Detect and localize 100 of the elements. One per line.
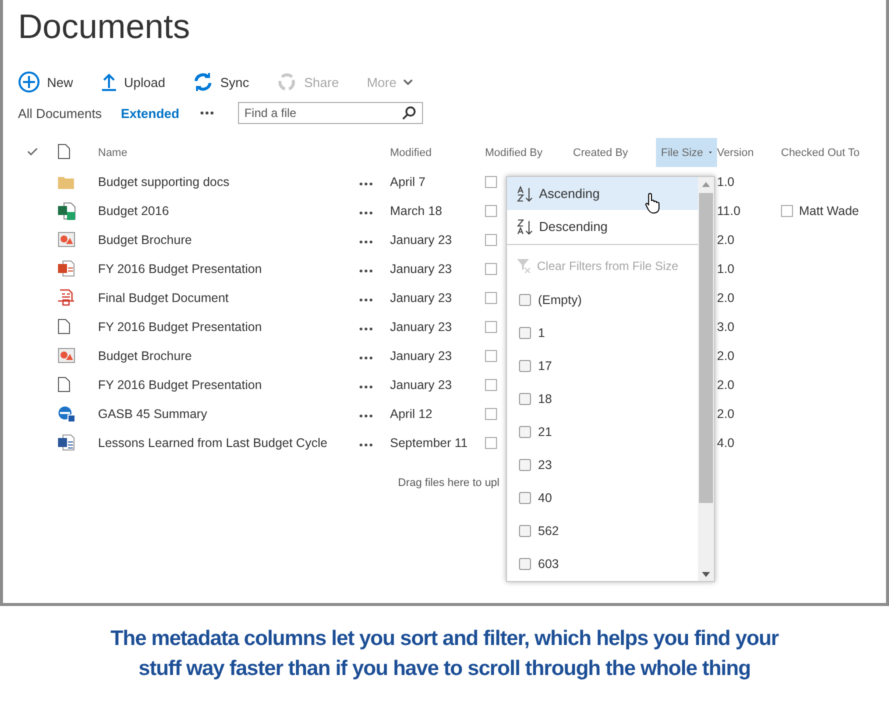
file-name[interactable]: Final Budget Document — [98, 290, 359, 304]
file-name[interactable]: Lessons Learned from Last Budget Cycle — [98, 436, 359, 450]
checkbox[interactable] — [519, 326, 531, 338]
search-icon — [402, 106, 416, 120]
checkbox[interactable] — [519, 392, 531, 404]
filter-value: 21 — [538, 424, 552, 438]
column-header[interactable]: Modified — [390, 138, 485, 167]
table-cell-text: 1.0 — [717, 262, 736, 276]
file-icon — [58, 377, 70, 392]
presentation-icon — [58, 260, 75, 277]
file-name[interactable]: Budget 2016 — [98, 204, 359, 218]
file-name[interactable]: GASB 45 Summary — [98, 406, 359, 420]
ellipsis-icon[interactable] — [359, 268, 373, 272]
table-cell-text: 2.0 — [717, 406, 736, 420]
file-name[interactable]: Budget Brochure — [98, 232, 359, 246]
checkbox[interactable] — [519, 294, 531, 306]
table-cell-text: September 11 — [390, 436, 469, 450]
filter-value: 603 — [538, 556, 559, 570]
filter-option[interactable]: 17 — [507, 349, 552, 382]
checkbox[interactable] — [485, 176, 497, 188]
sort-option[interactable]: Ascending — [507, 177, 698, 210]
upload-icon — [101, 73, 118, 91]
table-cell-text: January 23 — [390, 232, 453, 246]
sort-ascending-icon — [517, 186, 533, 202]
file-name[interactable]: FY 2016 Budget Presentation — [98, 262, 359, 276]
checkbox[interactable] — [485, 350, 497, 362]
image-file-icon — [58, 232, 75, 247]
ellipsis-icon[interactable] — [359, 356, 373, 360]
view-link[interactable]: All Documents — [18, 106, 102, 120]
checkbox[interactable] — [485, 234, 497, 246]
table-cell-text: 3.0 — [717, 320, 736, 334]
share-icon — [277, 72, 298, 92]
filter-value: 1 — [538, 326, 545, 340]
checkbox[interactable] — [485, 204, 497, 216]
ellipsis-icon[interactable] — [359, 326, 373, 330]
scroll-up-icon[interactable] — [702, 182, 710, 187]
filter-option[interactable]: 562 — [507, 514, 559, 547]
ellipsis-icon[interactable] — [200, 111, 214, 115]
checkbox[interactable] — [519, 426, 531, 438]
filter-option[interactable]: 23 — [507, 448, 552, 481]
table-cell-text: 11.0 — [717, 204, 742, 218]
checkbox[interactable] — [519, 524, 531, 536]
checkmark-icon[interactable] — [27, 146, 38, 156]
ellipsis-icon[interactable] — [359, 384, 373, 388]
folder-icon — [58, 174, 74, 188]
clear-filter-icon — [517, 258, 531, 272]
column-header[interactable]: Modified By — [485, 138, 573, 167]
filter-option[interactable]: 18 — [507, 382, 552, 415]
scroll-down-icon[interactable] — [702, 572, 710, 577]
table-cell-text: April 7 — [390, 174, 426, 188]
table-cell-text: 1.0 — [717, 174, 736, 188]
drop-hint: Drag files here to upl — [398, 477, 500, 489]
checkbox[interactable] — [781, 204, 793, 216]
column-header[interactable]: File Size — [656, 138, 717, 167]
ellipsis-icon[interactable] — [359, 442, 373, 446]
image-file-icon — [58, 348, 75, 363]
ellipsis-icon[interactable] — [359, 414, 373, 418]
ellipsis-icon[interactable] — [359, 298, 373, 302]
column-header[interactable]: Name — [98, 138, 359, 167]
filter-value: 23 — [538, 458, 552, 472]
file-name[interactable]: Budget Brochure — [98, 348, 359, 362]
column-header[interactable]: Created By — [573, 138, 656, 167]
checkbox[interactable] — [519, 492, 531, 504]
toolbar-button[interactable]: Upload — [101, 73, 166, 91]
toolbar-button[interactable]: New — [18, 71, 74, 93]
checkbox[interactable] — [519, 360, 531, 372]
checkbox[interactable] — [485, 408, 497, 420]
filter-option[interactable]: 40 — [507, 481, 552, 514]
filter-value: 18 — [538, 392, 552, 406]
file-name[interactable]: FY 2016 Budget Presentation — [98, 320, 359, 334]
checkbox[interactable] — [485, 262, 497, 274]
filter-value: 562 — [538, 524, 559, 538]
table-cell-text: 2.0 — [717, 348, 736, 362]
ellipsis-icon[interactable] — [359, 182, 373, 186]
toolbar-button[interactable]: Sync — [193, 72, 250, 92]
column-header[interactable]: Checked Out To — [781, 138, 886, 167]
checkbox[interactable] — [485, 436, 497, 448]
file-name[interactable]: FY 2016 Budget Presentation — [98, 378, 359, 392]
filter-option[interactable]: 1 — [507, 316, 545, 349]
hand-cursor-icon — [645, 192, 662, 214]
filter-option[interactable]: 603 — [507, 547, 559, 580]
checkbox[interactable] — [485, 292, 497, 304]
filter-option[interactable]: 21 — [507, 415, 552, 448]
file-name[interactable]: Budget supporting docs — [98, 174, 359, 188]
checkbox[interactable] — [485, 320, 497, 332]
table-cell-text: April 12 — [390, 406, 434, 420]
column-header[interactable]: Version — [717, 138, 781, 167]
document-icon — [58, 434, 75, 451]
checkbox[interactable] — [519, 458, 531, 470]
sort-descending-icon — [517, 218, 533, 234]
filter-option[interactable]: (Empty) — [507, 283, 582, 316]
checkbox[interactable] — [485, 378, 497, 390]
ellipsis-icon[interactable] — [359, 210, 373, 214]
view-link[interactable]: Extended — [120, 106, 180, 120]
checkbox[interactable] — [519, 558, 531, 570]
table-cell-text: January 23 — [390, 378, 453, 392]
search-field[interactable]: Find a file — [238, 102, 424, 124]
scrollbar[interactable] — [698, 177, 714, 581]
table-cell-text: January 23 — [390, 262, 453, 276]
ellipsis-icon[interactable] — [359, 240, 373, 244]
